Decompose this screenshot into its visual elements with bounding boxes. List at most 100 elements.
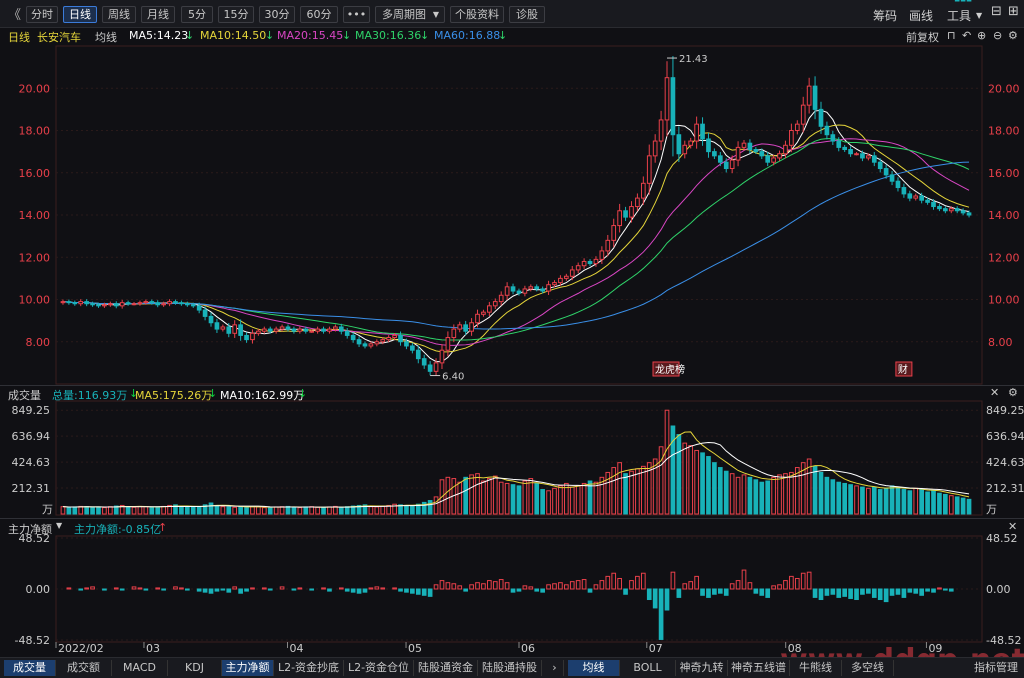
candle (256, 330, 261, 334)
flow-bar (498, 579, 504, 590)
settings-icon[interactable]: ⚙ (1008, 386, 1018, 399)
candle (102, 304, 107, 307)
flow-bar (943, 588, 948, 591)
candle (546, 284, 551, 292)
candle (605, 239, 611, 252)
volume-bar (676, 434, 682, 515)
flow-bar (789, 575, 794, 590)
candle (806, 85, 812, 106)
candle (830, 134, 836, 142)
candle (344, 330, 350, 336)
tab-ma[interactable]: 均线 (568, 660, 620, 676)
flow-bar (824, 588, 830, 596)
volume-tick-right: 212.31 (986, 482, 1024, 495)
candle (658, 119, 664, 142)
candle (498, 294, 504, 303)
tab-bull-bear[interactable]: 牛熊线 (790, 660, 842, 676)
price-tick-left: 18.00 (19, 125, 51, 138)
flow-bar (712, 588, 717, 595)
flow-bar (587, 588, 593, 593)
candle (315, 328, 320, 332)
candle (125, 302, 131, 305)
flow-bar (623, 588, 628, 595)
tab-td9[interactable]: 神奇九转 (676, 660, 728, 676)
flow-bar (155, 587, 161, 590)
volume-tick-left: 212.31 (12, 482, 51, 495)
volume-bar (640, 465, 646, 515)
tab-volume[interactable]: 成交量 (4, 660, 56, 676)
flow-bar (119, 588, 125, 591)
candle (741, 142, 747, 148)
flow-bar (261, 587, 267, 590)
tabs-scroll-left-icon[interactable]: › (546, 660, 564, 676)
flow-bar (836, 588, 842, 598)
candle (297, 328, 303, 332)
candle (487, 305, 492, 313)
volume-bar (818, 471, 824, 515)
candle (611, 225, 617, 241)
candle (463, 324, 468, 332)
volume-bar (267, 506, 273, 515)
flow-bar (113, 587, 119, 590)
volume-bar (694, 449, 699, 515)
candle (333, 326, 338, 330)
flow-bar (682, 583, 688, 590)
flow-bar (913, 588, 919, 594)
candle (184, 303, 190, 306)
candle (244, 334, 249, 341)
flow-bar (925, 588, 930, 592)
flow-bar (806, 571, 812, 590)
candle (877, 161, 883, 170)
flow-bar (102, 588, 107, 591)
candle (783, 144, 788, 155)
volume-bar (327, 506, 332, 515)
candle (670, 77, 676, 136)
volume-bar (250, 506, 255, 515)
tab-long-short[interactable]: 多空线 (842, 660, 894, 676)
flow-bar (196, 588, 202, 592)
close-icon[interactable]: ✕ (1008, 520, 1017, 533)
candle (475, 313, 480, 324)
volume-bar (102, 507, 107, 515)
tab-main-flow[interactable]: 主力净额 (222, 660, 274, 676)
price-tick-right: 18.00 (988, 125, 1020, 138)
volume-bar (481, 480, 486, 515)
tab-northbound-hold[interactable]: 陆股通持股 (478, 660, 542, 676)
volume-bar (753, 479, 759, 515)
date-label: 06 (521, 642, 535, 655)
tab-northbound-flow[interactable]: 陆股通资金 (414, 660, 478, 676)
candle (173, 301, 178, 304)
candle (883, 168, 889, 176)
flow-bar (883, 588, 889, 603)
candle (895, 180, 901, 189)
flow-title[interactable]: 主力净额 (8, 521, 52, 537)
volume-bar (682, 442, 688, 515)
volume-bar (534, 482, 540, 515)
volume-bar (78, 505, 84, 515)
flow-bar (753, 588, 759, 594)
flow-dropdown-icon[interactable]: ▼ (56, 521, 62, 530)
tab-boll[interactable]: BOLL (620, 660, 676, 676)
tab-kdj[interactable]: KDJ (168, 660, 222, 676)
volume-bar (232, 506, 238, 515)
flow-bar (327, 588, 332, 592)
volume-bar (954, 496, 960, 515)
flow-arrow-icon: ↑ (158, 521, 168, 534)
tab-macd[interactable]: MACD (112, 660, 168, 676)
flow-bar (558, 582, 563, 590)
flow-bar (575, 580, 581, 590)
tab-l2-position[interactable]: L2-资金仓位 (344, 660, 414, 676)
volume-bar (72, 506, 78, 515)
flow-bar (694, 575, 699, 590)
candle (338, 326, 344, 332)
close-icon[interactable]: ✕ (990, 386, 999, 399)
volume-title[interactable]: 成交量 (8, 387, 41, 403)
candle (889, 174, 895, 182)
tab-l2-bottom[interactable]: L2-资金抄底 (274, 660, 344, 676)
tab-turnover[interactable]: 成交额 (56, 660, 112, 676)
indicator-manage-button[interactable]: 指标管理 (970, 660, 1022, 676)
tab-five-line[interactable]: 神奇五线谱 (728, 660, 790, 676)
flow-bar (717, 588, 723, 594)
stock-chart[interactable]: 20.00 20.00 18.00 18.00 16.00 16.00 14.00 14.00… (0, 0, 1024, 657)
volume-bar (303, 506, 309, 515)
